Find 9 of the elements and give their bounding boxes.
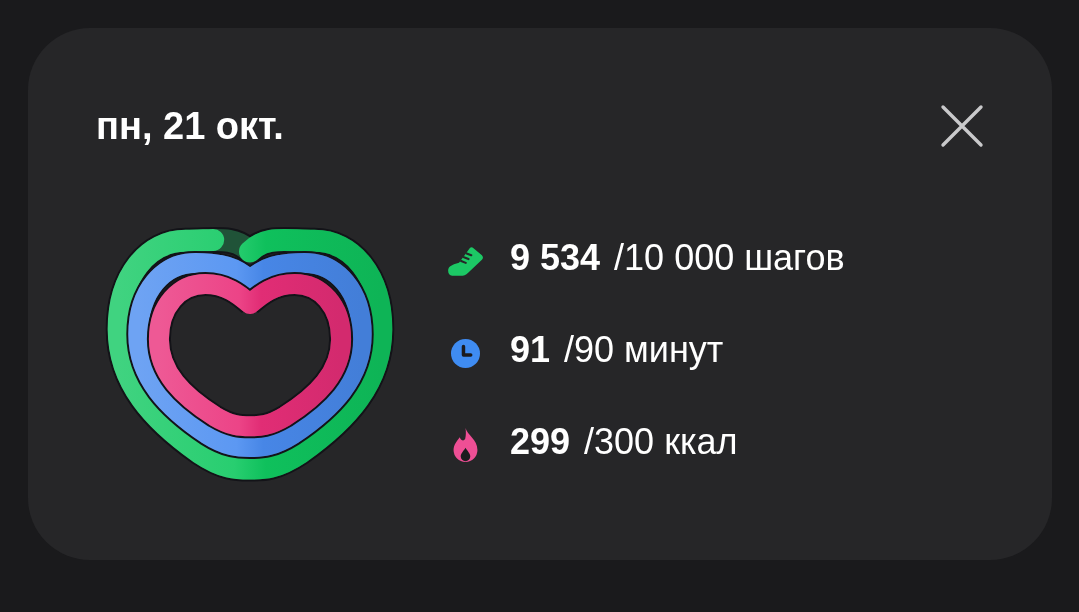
- close-button[interactable]: [940, 104, 984, 148]
- stat-value: 9 534: [510, 238, 601, 278]
- stat-goal: /90 минут: [564, 330, 724, 370]
- stat-value: 299: [510, 422, 571, 462]
- date-title: пн, 21 окт.: [96, 104, 284, 148]
- stat-goal: /300 ккал: [584, 422, 738, 462]
- stat-goal: /10 000 шагов: [614, 238, 845, 278]
- close-icon: [940, 104, 984, 148]
- stat-value: 91: [510, 330, 551, 370]
